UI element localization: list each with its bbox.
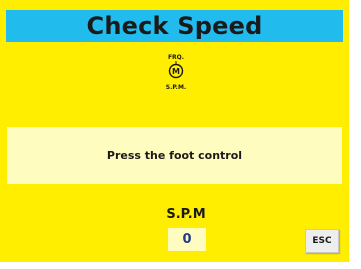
check-speed-screen: Check Speed FRQ. M S.P.M. Press the foot… [0, 0, 349, 262]
motor-frq-label: FRQ. [168, 54, 184, 61]
instruction-message: Press the foot control [106, 149, 243, 162]
motor-icon: FRQ. M S.P.M. [166, 54, 186, 91]
motor-spm-label: S.P.M. [166, 84, 186, 91]
spm-label: S.P.M [166, 207, 206, 222]
motor-m-label: M [172, 67, 180, 76]
esc-button[interactable]: ESC [305, 229, 339, 253]
spm-display: 0 [168, 228, 206, 251]
screen-title: Check Speed [86, 12, 263, 40]
spm-value: 0 [182, 232, 192, 247]
message-panel: Press the foot control [7, 127, 342, 184]
title-bar: Check Speed [6, 10, 343, 42]
